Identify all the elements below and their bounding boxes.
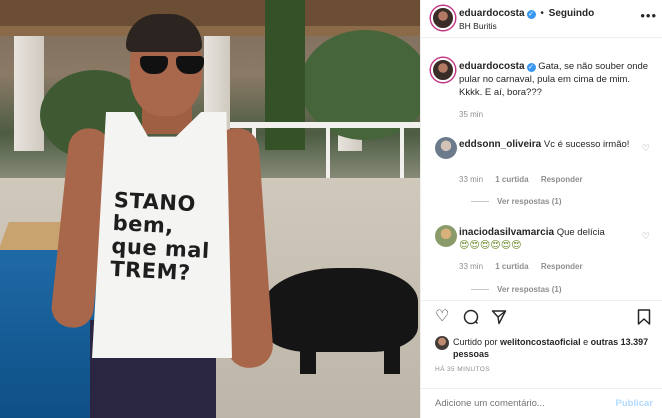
heart-icon[interactable]: ♡	[435, 309, 449, 325]
post-side-panel: eduardocosta ✓ • Seguindo BH Buritis ••• …	[420, 0, 662, 418]
author-username[interactable]: eduardocosta	[459, 8, 525, 19]
location-link[interactable]: BH Buritis	[459, 21, 497, 31]
pergola	[0, 0, 420, 26]
liker-avatar[interactable]	[435, 336, 449, 350]
comment-input[interactable]	[435, 398, 605, 409]
comment-likes[interactable]: 1 curtida	[495, 262, 528, 271]
add-comment-bar: Publicar	[421, 388, 662, 418]
railing	[230, 122, 420, 128]
comment-like-icon[interactable]: ♡	[642, 231, 650, 242]
curtain	[14, 36, 44, 151]
post-photo[interactable]: STANO bem, que mal TREM?	[0, 0, 420, 418]
tank-top-text: STANO bem, que mal TREM?	[109, 187, 211, 286]
comment-time: 33 min	[459, 262, 484, 271]
caption-avatar[interactable]	[431, 58, 455, 82]
verified-icon: ✓	[526, 63, 536, 72]
comment-emoji: 😍😍😍😍😍😍	[459, 240, 522, 251]
view-replies-button[interactable]: Ver respostas (1)	[471, 285, 561, 294]
header-line: eduardocosta ✓ • Seguindo	[459, 8, 594, 19]
caption-time: 35 min	[459, 110, 484, 119]
caption-username[interactable]: eduardocosta	[459, 61, 525, 72]
comment-text: Que delícia	[556, 227, 605, 238]
liker-username[interactable]: welitoncostaoficial	[500, 337, 581, 347]
reply-button[interactable]: Responder	[541, 262, 583, 271]
author-avatar[interactable]	[431, 6, 455, 30]
verified-icon: ✓	[526, 10, 536, 19]
comment-avatar[interactable]	[435, 137, 457, 159]
comment-like-icon[interactable]: ♡	[642, 143, 650, 154]
separator-dot: •	[540, 8, 544, 19]
reply-button[interactable]: Responder	[541, 175, 583, 184]
bookmark-icon[interactable]	[637, 309, 651, 329]
comment-username[interactable]: eddsonn_oliveira	[459, 139, 541, 150]
liked-prefix: Curtido por	[453, 337, 498, 347]
post-header: eduardocosta ✓ • Seguindo BH Buritis •••	[421, 0, 662, 38]
comment-meta: 33 min 1 curtida Responder	[459, 262, 593, 271]
comment-username[interactable]: inaciodasilvamarcia	[459, 227, 554, 238]
comment-likes[interactable]: 1 curtida	[495, 175, 528, 184]
more-options-icon[interactable]: •••	[640, 8, 657, 23]
share-icon[interactable]	[491, 309, 507, 329]
panther-leg	[300, 312, 316, 374]
post-timestamp[interactable]: HÁ 35 MINUTOS	[435, 366, 490, 373]
comment: eddsonn_oliveira Vc é sucesso irmão!	[459, 138, 639, 151]
comment-text: Vc é sucesso irmão!	[543, 139, 630, 150]
comment-meta: 33 min 1 curtida Responder	[459, 175, 593, 184]
railing-post	[326, 122, 330, 180]
view-replies-button[interactable]: Ver respostas (1)	[471, 197, 561, 206]
railing-post	[400, 122, 404, 180]
comment-time: 33 min	[459, 175, 484, 184]
publish-button[interactable]: Publicar	[616, 398, 654, 409]
panther-leg	[384, 312, 400, 374]
action-bar: ♡	[421, 300, 662, 330]
sunglasses	[140, 56, 206, 74]
comment: inaciodasilvamarcia Que delícia 😍😍😍😍😍😍	[459, 226, 639, 253]
comment-avatar[interactable]	[435, 225, 457, 247]
following-button[interactable]: Seguindo	[549, 8, 595, 19]
liked-by: Curtido por welitoncostaoficial e outras…	[453, 336, 653, 360]
caption: eduardocosta ✓ Gata, se não souber onde p…	[459, 60, 653, 99]
comment-icon[interactable]	[463, 309, 479, 329]
liked-and: e	[583, 337, 589, 347]
